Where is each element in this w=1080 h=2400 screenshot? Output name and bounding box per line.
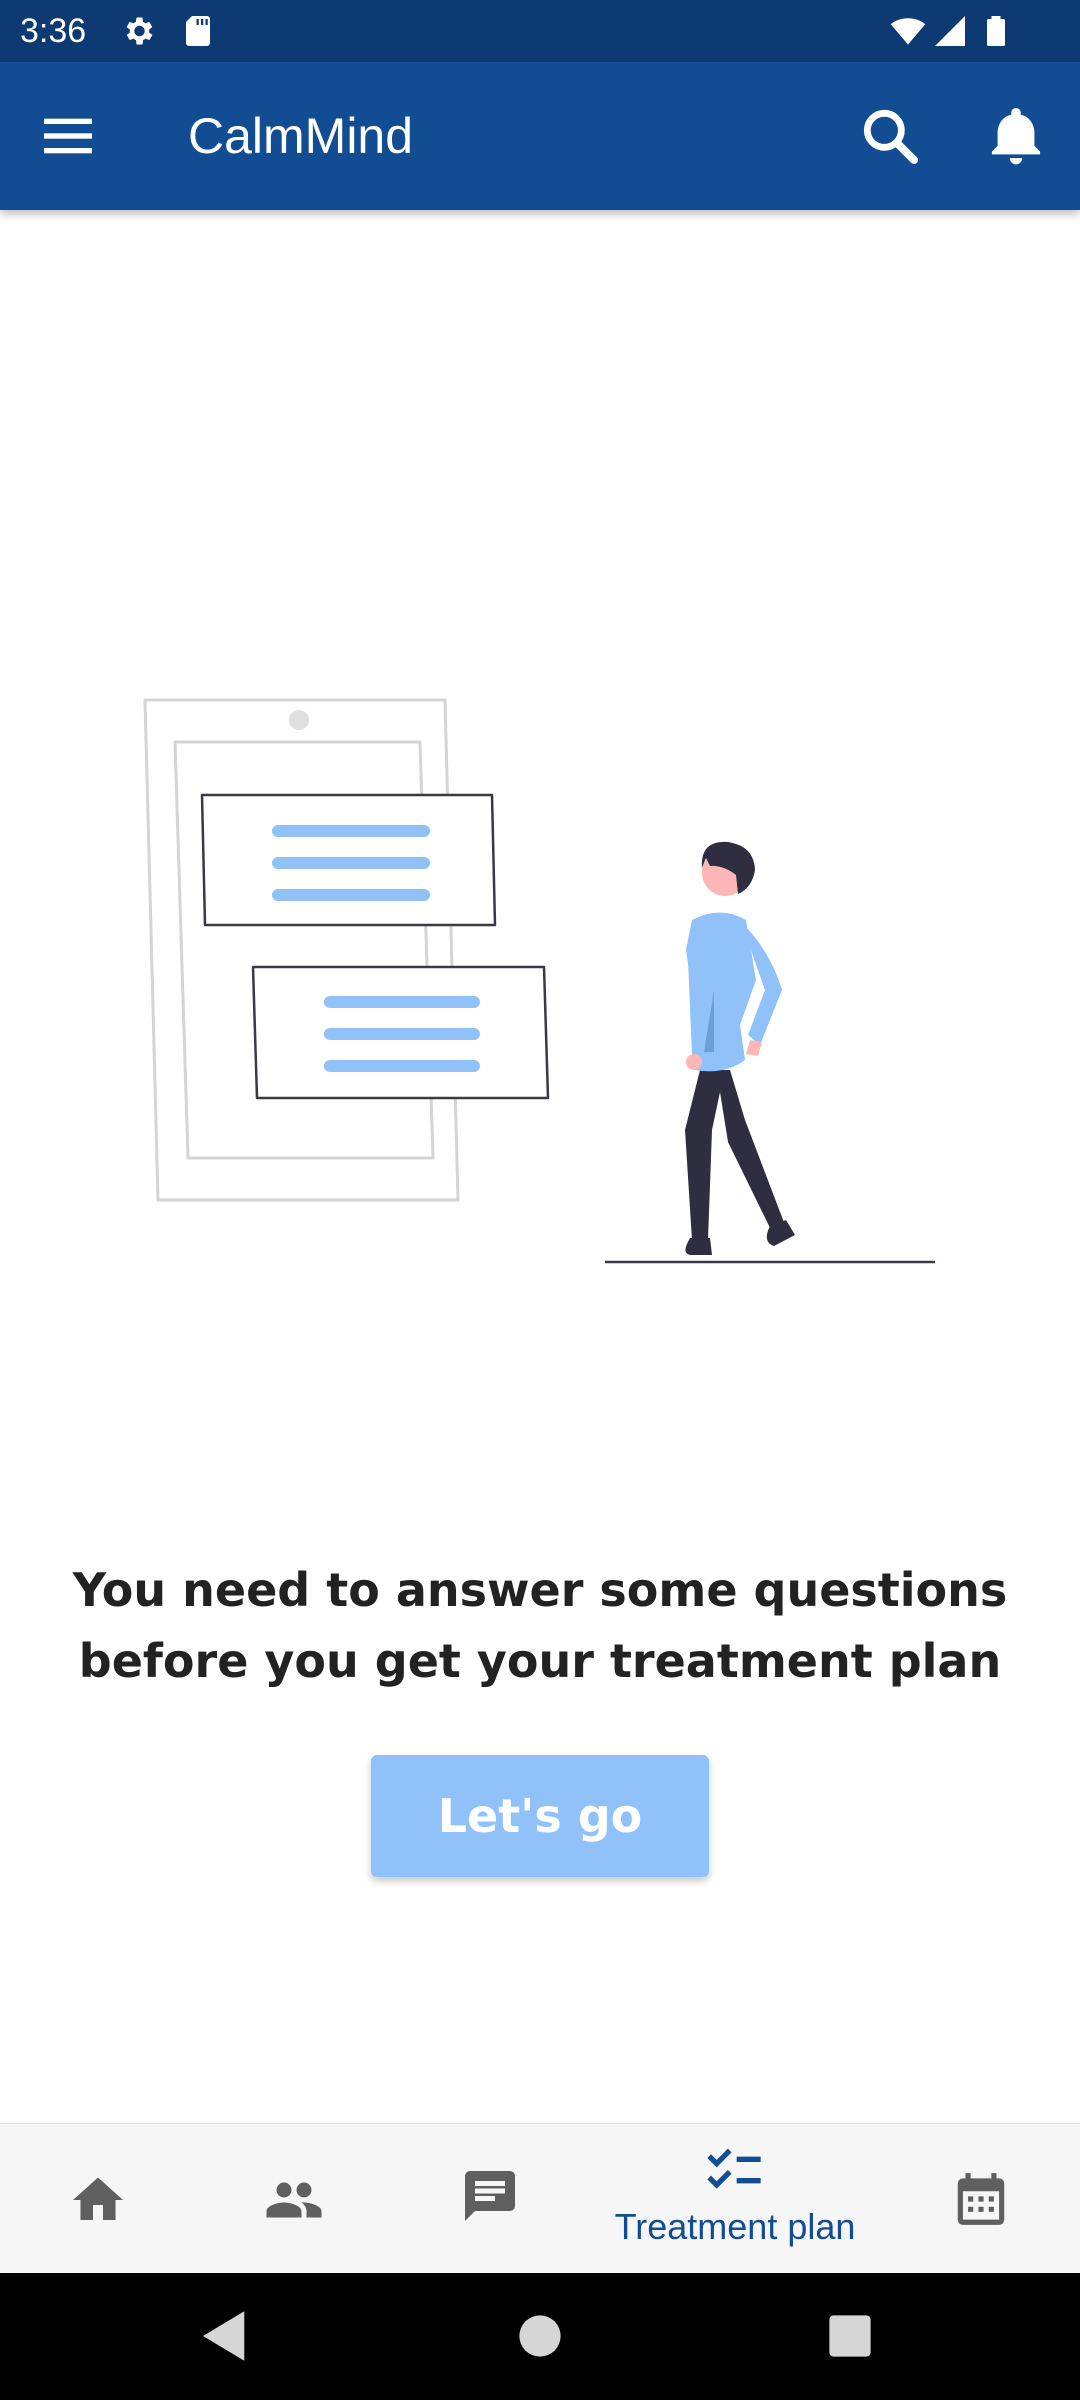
back-icon[interactable]	[192, 2303, 258, 2369]
app-title: CalmMind	[188, 108, 414, 164]
person-figure	[685, 841, 795, 1255]
questionnaire-message: You need to answer some questions before…	[72, 1563, 1008, 1688]
bottom-navigation: Treatment plan	[0, 2123, 1080, 2273]
home-icon	[73, 2177, 123, 2220]
status-bar: 3:36	[0, 0, 1080, 62]
chat-icon	[465, 2171, 515, 2221]
battery-icon	[987, 16, 1005, 46]
search-icon[interactable]	[856, 102, 924, 170]
signal-icon	[935, 16, 965, 46]
recents-icon[interactable]	[817, 2303, 883, 2369]
checklist-icon	[707, 2148, 761, 2189]
nav-item-treatment-plan[interactable]: Treatment plan	[594, 2124, 876, 2274]
nav-item-chat[interactable]	[412, 2124, 568, 2274]
nav-item-people[interactable]	[216, 2124, 372, 2274]
lets-go-button[interactable]: Let's go	[371, 1755, 709, 1877]
status-time: 3:36	[20, 12, 87, 50]
bell-icon[interactable]	[982, 102, 1050, 170]
wifi-icon	[890, 18, 926, 45]
system-navigation-bar	[0, 2273, 1080, 2400]
screen: 3:36 CalmMind You need to answer some qu…	[0, 0, 1080, 2400]
menu-icon[interactable]	[36, 104, 100, 168]
questionnaire-illustration	[143, 698, 935, 1264]
nav-item-calendar[interactable]	[904, 2124, 1060, 2274]
nav-label-treatment-plan: Treatment plan	[614, 2206, 856, 2247]
home-circle-icon[interactable]	[507, 2303, 573, 2369]
app-bar: CalmMind	[0, 62, 1080, 210]
calendar-icon	[957, 2173, 1005, 2225]
sd-card-icon	[186, 16, 210, 46]
nav-item-home[interactable]	[20, 2124, 176, 2274]
gear-icon	[126, 17, 153, 45]
people-icon	[266, 2182, 322, 2218]
phone-camera-dot	[289, 710, 309, 730]
